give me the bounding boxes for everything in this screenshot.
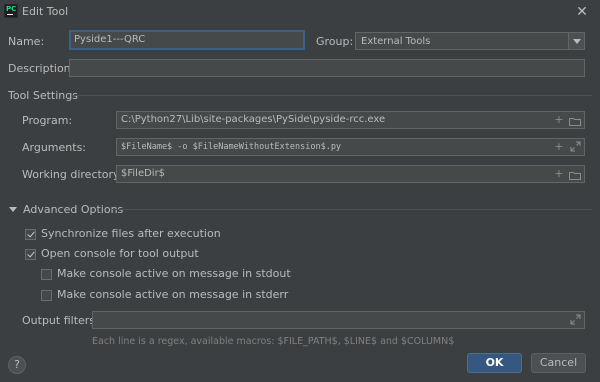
console-stdout-checkbox[interactable]	[41, 269, 52, 280]
cancel-button[interactable]: Cancel	[531, 353, 586, 373]
output-filters-hint: Each line is a regex, available macros: …	[92, 336, 455, 347]
working-directory-label: Working directory:	[22, 168, 123, 181]
sync-files-label[interactable]: Synchronize files after execution	[41, 227, 221, 240]
program-input[interactable]: C:\Python27\Lib\site-packages\PySide\pys…	[116, 111, 585, 129]
help-button[interactable]: ?	[8, 356, 26, 374]
advanced-options-divider	[112, 209, 592, 210]
console-stdout-label[interactable]: Make console active on message in stdout	[57, 267, 291, 280]
ok-button[interactable]: OK	[467, 353, 522, 373]
console-stderr-label[interactable]: Make console active on message in stderr	[57, 288, 288, 301]
plus-icon[interactable]: +	[553, 140, 565, 154]
folder-icon[interactable]	[569, 116, 581, 126]
tool-settings-title: Tool Settings	[8, 89, 78, 102]
name-input[interactable]: Pyside1---QRC	[69, 30, 305, 50]
triangle-down-icon[interactable]	[9, 207, 17, 212]
group-select[interactable]: External Tools	[355, 32, 585, 50]
output-filters-input[interactable]	[92, 311, 585, 329]
sync-files-checkbox[interactable]	[25, 229, 36, 240]
description-input[interactable]	[69, 59, 585, 77]
working-directory-input[interactable]: $FileDir$	[116, 165, 585, 183]
description-label: Description:	[8, 62, 75, 75]
open-console-checkbox[interactable]	[25, 249, 36, 260]
title-bar	[0, 0, 600, 24]
group-label: Group:	[316, 35, 354, 48]
output-filters-label: Output filters:	[22, 314, 99, 327]
chevron-down-icon[interactable]	[568, 33, 584, 49]
advanced-options-title[interactable]: Advanced Options	[23, 203, 123, 216]
expand-icon[interactable]	[570, 314, 581, 325]
expand-icon[interactable]	[570, 141, 581, 152]
name-label: Name:	[8, 35, 45, 48]
close-icon[interactable]: ✕	[572, 2, 592, 22]
plus-icon[interactable]: +	[553, 113, 565, 127]
folder-icon[interactable]	[569, 170, 581, 180]
arguments-label: Arguments:	[22, 141, 87, 154]
pycharm-icon: PC	[4, 4, 18, 18]
plus-icon[interactable]: +	[553, 167, 565, 181]
open-console-label[interactable]: Open console for tool output	[41, 247, 199, 260]
program-label: Program:	[22, 114, 73, 127]
tool-settings-divider	[72, 95, 592, 96]
arguments-input[interactable]: $FileName$ -o $FileNameWithoutExtension$…	[116, 138, 585, 156]
console-stderr-checkbox[interactable]	[41, 290, 52, 301]
group-select-value: External Tools	[361, 36, 431, 47]
window-title: Edit Tool	[22, 5, 69, 18]
